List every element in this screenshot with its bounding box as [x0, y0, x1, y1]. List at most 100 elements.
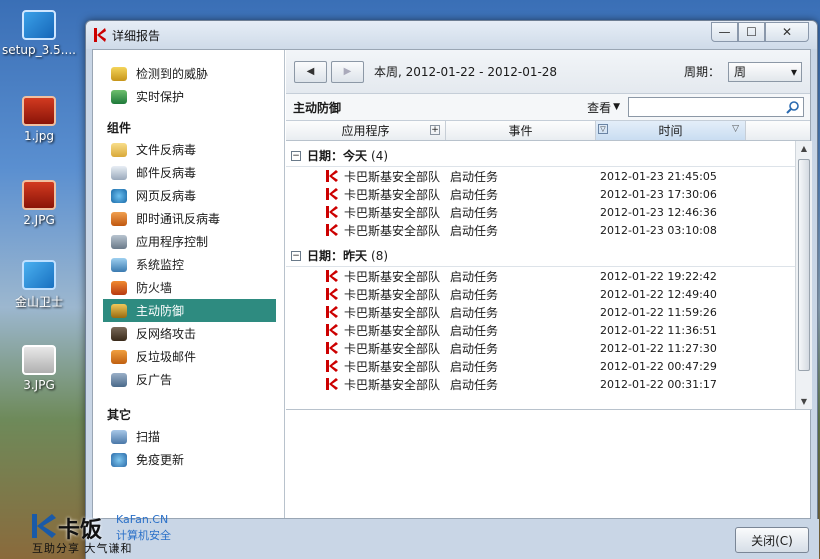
collapse-icon[interactable]: −	[291, 150, 301, 161]
sidebar-item-label: 反垃圾邮件	[136, 350, 197, 364]
table-row[interactable]: 卡巴斯基安全部队 启动任务 2012-01-22 11:27:30	[286, 339, 795, 357]
cell-application-text: 卡巴斯基安全部队	[344, 341, 441, 356]
sidebar-item-web-antivirus[interactable]: 网页反病毒	[93, 184, 284, 207]
table-header: 应用程序 + 事件 ▽ 时间 ▽	[286, 121, 810, 141]
desktop-icon-label: 金山卫士	[14, 295, 63, 309]
event-table: − 日期：今天 (4) 卡巴斯基安全部队 启动任务 2012-01-23 21:45…	[286, 141, 795, 409]
cell-application-text: 卡巴斯基安全部队	[344, 359, 441, 374]
table-row[interactable]: 卡巴斯基安全部队 启动任务 2012-01-22 11:36:51	[286, 321, 795, 339]
sidebar-item-label: 主动防御	[136, 304, 185, 318]
sidebar-item-label: 免疫更新	[136, 453, 185, 467]
column-header-application[interactable]: 应用程序 +	[286, 121, 446, 140]
search-box	[628, 97, 804, 117]
sidebar-item-threats[interactable]: 检测到的威胁	[93, 62, 284, 85]
expand-column-icon[interactable]: +	[430, 125, 440, 135]
sidebar-item-scan[interactable]: 扫描	[93, 425, 284, 448]
desktop-icon-3jpg[interactable]: 3.JPG	[0, 345, 78, 392]
sidebar-item-label: 文件反病毒	[136, 143, 197, 157]
desktop-icon-2jpg[interactable]: 2.JPG	[0, 180, 78, 227]
period-select[interactable]: 周 ▾	[728, 61, 802, 82]
next-period-button[interactable]: ▶	[331, 60, 364, 83]
cell-application: 卡巴斯基安全部队	[286, 376, 446, 393]
column-header-event[interactable]: 事件	[446, 121, 596, 140]
sidebar-item-anti-spam[interactable]: 反垃圾邮件	[93, 345, 284, 368]
other-heading: 其它	[107, 407, 132, 422]
desktop-icon-label: 2.JPG	[23, 213, 55, 227]
desktop-icon-setup[interactable]: setup_3.5....	[0, 10, 78, 57]
desktop-icon-jinshan[interactable]: 金山卫士	[0, 260, 78, 310]
scroll-up-icon[interactable]: ▲	[796, 141, 812, 156]
sidebar-item-update[interactable]: 免疫更新	[93, 448, 284, 471]
scroll-down-icon[interactable]: ▼	[796, 394, 812, 409]
table-row[interactable]: 卡巴斯基安全部队 启动任务 2012-01-23 03:10:08	[286, 221, 795, 239]
ad-block-icon	[111, 372, 127, 387]
cell-application-text: 卡巴斯基安全部队	[344, 323, 441, 338]
group-header-today[interactable]: − 日期：今天 (4)	[286, 145, 795, 167]
sidebar-item-im-antivirus[interactable]: 即时通讯反病毒	[93, 207, 284, 230]
table-row[interactable]: 卡巴斯基安全部队 启动任务 2012-01-22 19:22:42	[286, 267, 795, 285]
firewall-icon	[111, 280, 127, 295]
view-menu-button[interactable]: 查看 ▼	[587, 99, 620, 116]
table-row[interactable]: 卡巴斯基安全部队 启动任务 2012-01-23 12:46:36	[286, 203, 795, 221]
cell-time: 2012-01-22 00:47:29	[600, 359, 717, 373]
desktop-icon-1jpg[interactable]: 1.jpg	[0, 96, 78, 143]
maximize-button[interactable]: ☐	[738, 22, 765, 42]
group-count: (8)	[371, 248, 389, 263]
column-header-label: 应用程序	[341, 124, 390, 138]
image-file-icon	[22, 180, 56, 210]
search-icon[interactable]	[786, 100, 800, 114]
group-label: 日期：昨天	[307, 249, 368, 263]
section-title: 主动防御	[293, 100, 342, 115]
window-title: 详细报告	[112, 28, 161, 43]
kafan-logo-icon	[32, 514, 56, 538]
close-button[interactable]: 关闭(C)	[735, 527, 809, 553]
sidebar-item-network-attack[interactable]: 反网络攻击	[93, 322, 284, 345]
sidebar-item-label: 邮件反病毒	[136, 166, 197, 180]
globe-icon	[111, 188, 127, 203]
sidebar-item-label: 网页反病毒	[136, 189, 197, 203]
period-label: 周期：	[683, 65, 720, 79]
column-header-label: 时间	[658, 124, 683, 138]
close-window-button[interactable]: ✕	[765, 22, 809, 42]
minimize-button[interactable]: —	[711, 22, 738, 42]
installer-icon	[22, 10, 56, 40]
table-row[interactable]: 卡巴斯基安全部队 启动任务 2012-01-22 12:49:40	[286, 285, 795, 303]
column-header-label: 事件	[508, 124, 533, 138]
column-header-time[interactable]: ▽ 时间 ▽	[596, 121, 746, 140]
kaspersky-k-icon	[94, 28, 106, 42]
scan-icon	[111, 429, 127, 444]
kaspersky-k-icon	[326, 342, 338, 354]
sidebar-item-mail-antivirus[interactable]: 邮件反病毒	[93, 161, 284, 184]
table-row[interactable]: 卡巴斯基安全部队 启动任务 2012-01-22 11:59:26	[286, 303, 795, 321]
title-bar[interactable]: 详细报告 — ☐ ✕	[86, 21, 817, 49]
cell-time: 2012-01-22 11:59:26	[600, 305, 717, 319]
sidebar-item-realtime-protection[interactable]: 实时保护	[93, 85, 284, 108]
table-row[interactable]: 卡巴斯基安全部队 启动任务 2012-01-23 21:45:05	[286, 167, 795, 185]
chevron-down-icon: ▾	[790, 64, 797, 79]
table-row[interactable]: 卡巴斯基安全部队 启动任务 2012-01-22 00:31:17	[286, 375, 795, 393]
sidebar-item-system-watcher[interactable]: 系统监控	[93, 253, 284, 276]
cell-event: 启动任务	[450, 169, 499, 184]
sidebar: 检测到的威胁 实时保护 组件 文件反病毒 邮件反病毒 网页反病毒 即时通讯反病毒…	[93, 50, 285, 518]
desktop-icon-label: setup_3.5....	[2, 43, 76, 57]
filter-icon[interactable]: ▽	[598, 124, 608, 134]
sidebar-item-proactive-defense[interactable]: 主动防御	[103, 299, 276, 322]
sidebar-item-firewall[interactable]: 防火墙	[93, 276, 284, 299]
previous-period-button[interactable]: ◀	[294, 60, 327, 83]
sidebar-item-app-control[interactable]: 应用程序控制	[93, 230, 284, 253]
cell-time: 2012-01-23 21:45:05	[600, 169, 717, 183]
vertical-scrollbar[interactable]: ▲ ▼	[795, 141, 812, 409]
sidebar-item-anti-banner[interactable]: 反广告	[93, 368, 284, 391]
group-header-yesterday[interactable]: − 日期：昨天 (8)	[286, 245, 795, 267]
table-row[interactable]: 卡巴斯基安全部队 启动任务 2012-01-23 17:30:06	[286, 185, 795, 203]
search-input[interactable]	[629, 98, 779, 116]
watermark-slogan: 互助分享 大气谦和	[32, 542, 133, 555]
scrollbar-thumb[interactable]	[798, 159, 810, 371]
collapse-icon[interactable]: −	[291, 250, 301, 261]
table-row[interactable]: 卡巴斯基安全部队 启动任务 2012-01-22 00:47:29	[286, 357, 795, 375]
sidebar-item-file-antivirus[interactable]: 文件反病毒	[93, 138, 284, 161]
content-area: 检测到的威胁 实时保护 组件 文件反病毒 邮件反病毒 网页反病毒 即时通讯反病毒…	[92, 49, 812, 519]
period-range-text: 本周, 2012-01-22 - 2012-01-28	[374, 65, 558, 79]
cell-event: 启动任务	[450, 377, 499, 392]
sidebar-item-label: 反广告	[136, 373, 173, 387]
